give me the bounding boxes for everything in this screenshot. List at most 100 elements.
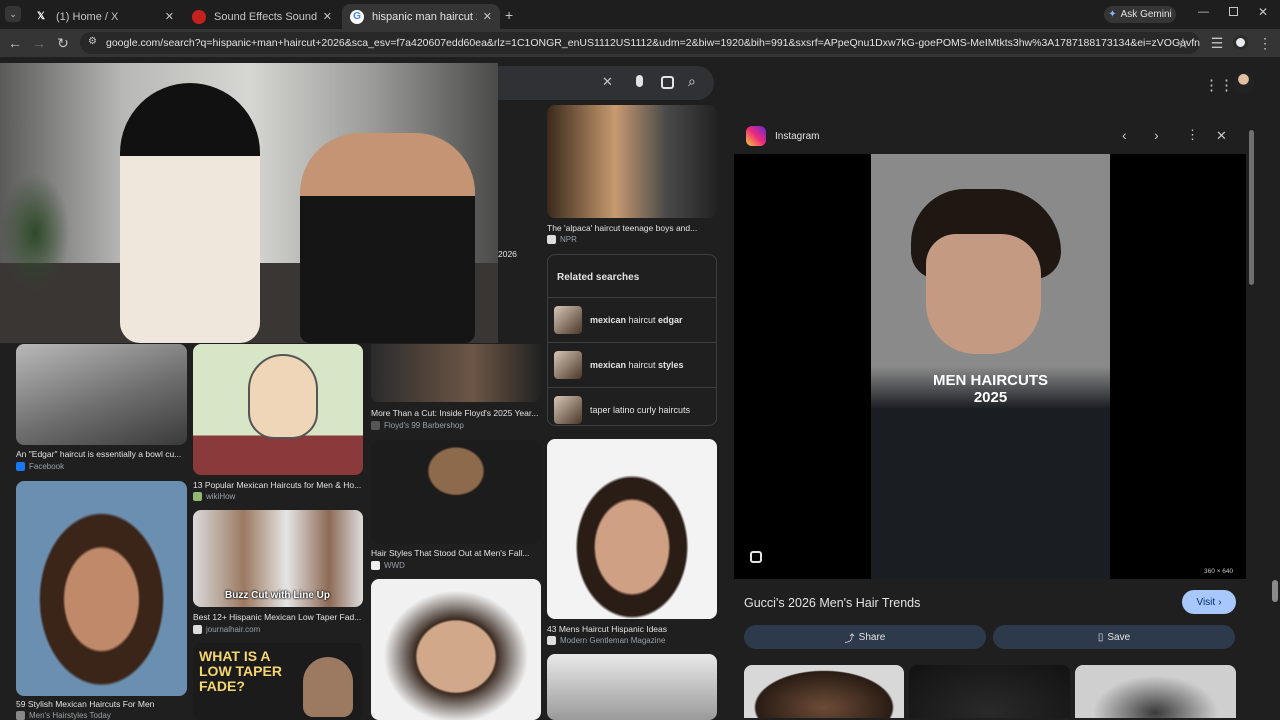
- lens-search-icon[interactable]: [750, 551, 762, 563]
- tab-x-home[interactable]: 𝕏 (1) Home / X ✕: [26, 4, 182, 29]
- image-dimensions: 360 × 640: [1204, 568, 1234, 575]
- result-caption[interactable]: The 'alpaca' haircut teenage boys and...: [547, 223, 717, 233]
- x-logo-icon: 𝕏: [36, 11, 46, 22]
- related-thumbnail: [554, 306, 582, 334]
- result-image-barber[interactable]: [547, 654, 717, 720]
- related-title: Related searches: [557, 272, 640, 283]
- visit-button[interactable]: Visit ›: [1182, 590, 1236, 614]
- tab-search-button[interactable]: ⌄: [5, 6, 21, 22]
- save-button[interactable]: ▯ Save: [993, 625, 1235, 649]
- result-image-drawing[interactable]: [193, 344, 363, 475]
- related-thumbnail: [554, 396, 582, 424]
- result-image-low-taper[interactable]: WHAT IS A LOW TAPER FADE?: [193, 643, 363, 720]
- result-image-wwd[interactable]: [371, 440, 541, 544]
- result-caption[interactable]: More Than a Cut: Inside Floyd's 2025 Yea…: [371, 408, 541, 418]
- close-icon[interactable]: ✕: [323, 10, 332, 23]
- forward-icon[interactable]: →: [30, 34, 48, 52]
- result-source[interactable]: Floyd's 99 Barbershop: [371, 421, 464, 430]
- preview-image-frame[interactable]: MEN HAIRCUTS 2025 360 × 640: [734, 154, 1246, 579]
- result-source[interactable]: WWD: [371, 561, 405, 570]
- result-image-buzz-cut[interactable]: Buzz Cut with Line Up: [193, 510, 363, 607]
- close-window-button[interactable]: ✕: [1258, 5, 1268, 19]
- tab-strip: ⌄ 𝕏 (1) Home / X ✕ Sound Effects Soundbo…: [0, 0, 1280, 29]
- site-icon: [371, 561, 380, 570]
- buzz-overlay-text: Buzz Cut with Line Up: [225, 590, 330, 601]
- page-scrollbar-thumb[interactable]: [1272, 580, 1278, 602]
- related-searches: Related searches mexican haircut edgar m…: [547, 254, 717, 426]
- microphone-icon[interactable]: [636, 75, 643, 87]
- result-caption[interactable]: An "Edgar" haircut is essentially a bowl…: [16, 449, 187, 459]
- reload-icon[interactable]: ↻: [54, 34, 72, 52]
- webcam-person-right: [300, 133, 475, 343]
- site-icon: [193, 625, 202, 634]
- result-source[interactable]: Men's Hairstyles Today: [16, 711, 111, 720]
- taper-man: [303, 657, 353, 717]
- result-image-floyds[interactable]: [371, 344, 541, 402]
- preview-source[interactable]: Instagram: [775, 131, 819, 142]
- account-avatar[interactable]: [1233, 72, 1254, 93]
- lens-icon[interactable]: [661, 76, 674, 89]
- related-item-edgar[interactable]: mexican haircut edgar: [548, 297, 716, 342]
- result-image-edgar[interactable]: [16, 344, 187, 445]
- share-icon: ⤴: [844, 633, 855, 645]
- preview-image-text: MEN HAIRCUTS 2025: [933, 372, 1048, 406]
- model-face: [926, 234, 1041, 354]
- close-icon[interactable]: ✕: [165, 10, 174, 23]
- tab-google-search[interactable]: G hispanic man haircut 2026 - Go ✕: [342, 4, 500, 29]
- result-image-short-cut[interactable]: [371, 579, 541, 720]
- webcam-person-left: [120, 83, 260, 343]
- preview-title[interactable]: Gucci's 2026 Men's Hair Trends: [744, 596, 920, 610]
- result-caption[interactable]: 13 Popular Mexican Haircuts for Men & Ho…: [193, 480, 363, 490]
- new-tab-button[interactable]: +: [505, 7, 513, 23]
- result-image-alpaca[interactable]: [547, 105, 717, 218]
- site-info-icon[interactable]: ⚙: [88, 36, 97, 47]
- result-caption[interactable]: 43 Mens Haircut Hispanic Ideas: [547, 624, 717, 634]
- profile-avatar[interactable]: [1233, 35, 1248, 50]
- address-bar[interactable]: ⚙ google.com/search?q=hispanic+man+hairc…: [80, 32, 1200, 54]
- clear-icon[interactable]: ✕: [602, 74, 613, 90]
- back-icon[interactable]: ←: [6, 34, 24, 52]
- search-icon[interactable]: ⌕: [688, 73, 696, 90]
- bookmark-icon: ▯: [1097, 631, 1104, 643]
- minimize-button[interactable]: —: [1198, 6, 1209, 18]
- menu-icon[interactable]: ⋮: [1256, 34, 1274, 52]
- result-source[interactable]: Facebook: [16, 462, 64, 471]
- search-box[interactable]: ✕ ⌕: [460, 66, 714, 100]
- webcam-plant: [0, 173, 70, 293]
- close-preview-icon[interactable]: ✕: [1216, 128, 1227, 144]
- site-icon: [371, 421, 380, 430]
- result-caption-partial[interactable]: 2026: [498, 249, 517, 259]
- drawing-head: [248, 354, 318, 439]
- related-image-3[interactable]: [1075, 665, 1236, 718]
- apps-grid-icon[interactable]: ⋮⋮: [1204, 76, 1234, 94]
- result-source[interactable]: wikiHow: [193, 492, 235, 501]
- result-image-curly-man[interactable]: [16, 481, 187, 696]
- preview-panel: Instagram ‹ › ⋮ ✕ MEN HAIRCUTS 2025 360 …: [734, 118, 1246, 718]
- restore-button[interactable]: [1229, 7, 1238, 16]
- previous-icon[interactable]: ‹: [1122, 127, 1127, 143]
- related-image-1[interactable]: [744, 665, 904, 718]
- result-image-hispanic-ideas[interactable]: [547, 439, 717, 619]
- related-item-styles[interactable]: mexican haircut styles: [548, 342, 716, 387]
- related-image-2[interactable]: [909, 665, 1070, 718]
- close-icon[interactable]: ✕: [483, 10, 492, 23]
- related-item-taper-latino[interactable]: taper latino curly haircuts: [548, 387, 716, 432]
- bookmark-star-icon[interactable]: ☆: [1174, 34, 1192, 52]
- share-button[interactable]: ⤴ Share: [744, 625, 986, 649]
- chevron-right-icon: ›: [1218, 596, 1222, 608]
- google-logo-icon: G: [350, 9, 364, 24]
- ask-gemini-button[interactable]: ✦ Ask Gemini: [1104, 6, 1176, 23]
- result-source[interactable]: journalhair.com: [193, 625, 260, 634]
- result-caption[interactable]: Best 12+ Hispanic Mexican Low Taper Fad.…: [193, 612, 363, 622]
- result-source[interactable]: NPR: [547, 235, 577, 244]
- panel-scrollbar[interactable]: [1249, 130, 1254, 285]
- reading-list-icon[interactable]: ☰: [1208, 34, 1226, 52]
- tab-soundboard[interactable]: Sound Effects Soundboard - Ca ✕: [184, 4, 340, 29]
- next-icon[interactable]: ›: [1154, 127, 1159, 143]
- page-scrollbar[interactable]: [1270, 57, 1280, 720]
- result-source[interactable]: Modern Gentleman Magazine: [547, 636, 665, 645]
- related-thumbnail: [554, 351, 582, 379]
- result-caption[interactable]: 59 Stylish Mexican Haircuts For Men: [16, 699, 187, 709]
- more-options-icon[interactable]: ⋮: [1186, 127, 1199, 143]
- result-caption[interactable]: Hair Styles That Stood Out at Men's Fall…: [371, 548, 541, 558]
